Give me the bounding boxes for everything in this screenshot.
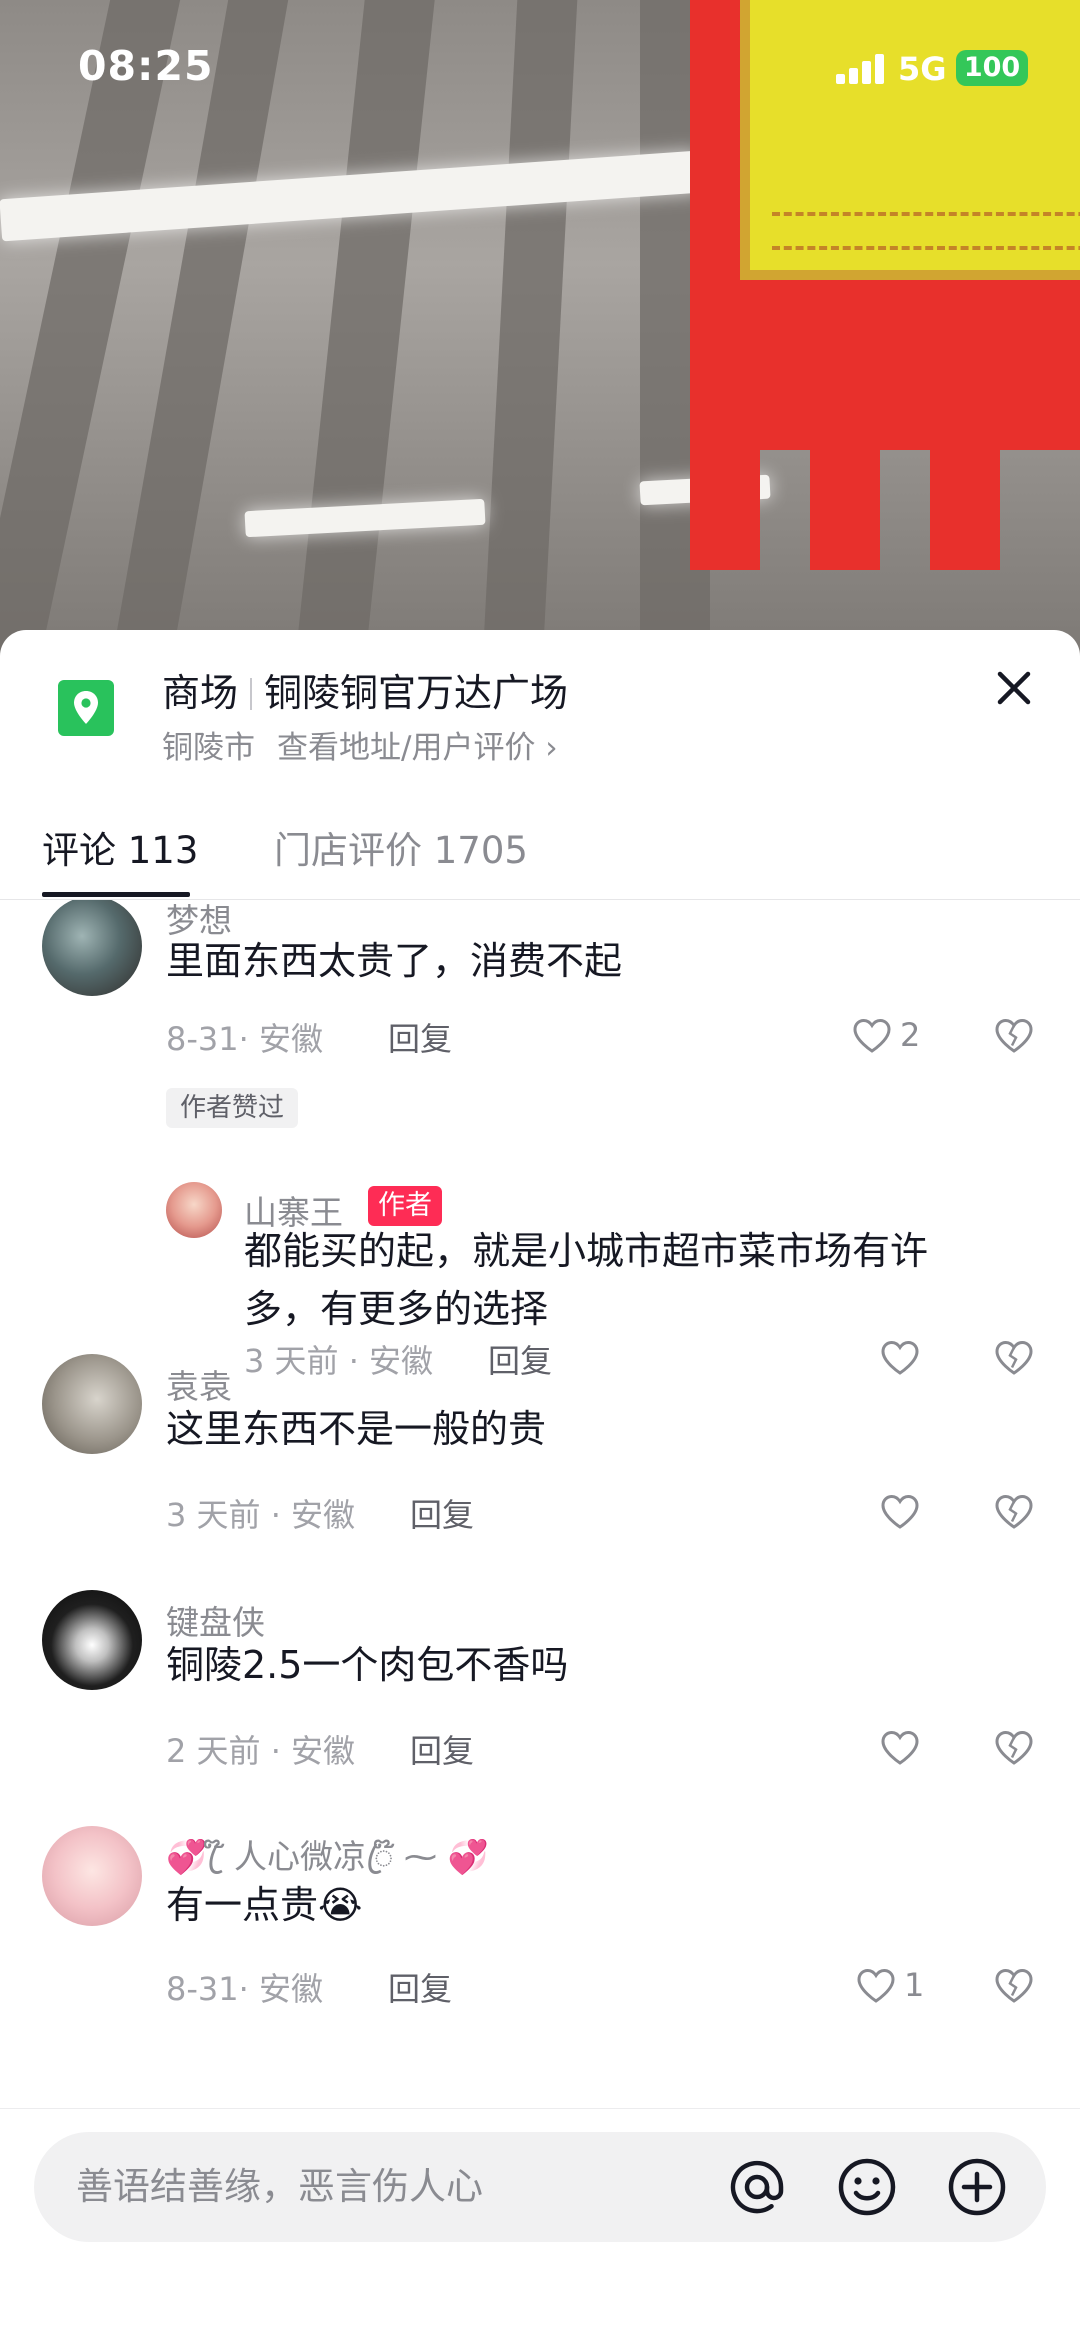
author-badge: 作者 — [368, 1186, 442, 1226]
avatar[interactable] — [42, 1354, 142, 1454]
avatar[interactable] — [42, 900, 142, 996]
comment-text: 这里东西不是一般的贵 — [166, 1407, 547, 1451]
dislike-heart-icon[interactable] — [994, 1492, 1034, 1532]
like-count: 2 — [900, 1016, 921, 1054]
comment-text: 有一点贵😭 — [166, 1883, 363, 1927]
reply-button[interactable]: 回复 — [388, 1964, 452, 2010]
author-liked-badge: 作者赞过 — [166, 1088, 299, 1128]
location-link[interactable]: 查看地址/用户评价 › — [277, 730, 558, 766]
location-pin-icon[interactable] — [58, 680, 114, 736]
heart-icon[interactable] — [852, 1018, 892, 1054]
heart-icon[interactable] — [880, 1730, 920, 1766]
close-icon[interactable] — [986, 660, 1042, 716]
comment-sheet: 商场 铜陵铜官万达广场 铜陵市 查看地址/用户评价 › 评论 113 门店评价 17… — [0, 630, 1080, 2337]
reply-button[interactable]: 回复 — [410, 1726, 474, 1772]
dislike-heart-icon[interactable] — [994, 1966, 1034, 2006]
tab-comments[interactable]: 评论 113 — [42, 820, 198, 874]
avatar[interactable] — [166, 1182, 222, 1238]
comment-list[interactable]: 梦想 里面东西太贵了，消费不起 8-31· 安徽 回复 2 作者赞过 山寨王 作… — [0, 900, 1080, 2090]
reply-button[interactable]: 回复 — [410, 1490, 474, 1536]
reply-text-line-2: 多，有更多的选择 — [244, 1287, 549, 1331]
reply-meta: 3 天前 · 安徽 — [244, 1342, 434, 1380]
comment-input-bar — [34, 2132, 1046, 2242]
active-tab-indicator — [42, 892, 190, 897]
status-bar: 08:25 5G 100 — [0, 0, 1080, 140]
signal-icon — [836, 54, 886, 84]
avatar[interactable] — [42, 1826, 142, 1926]
input-divider — [0, 2108, 1080, 2109]
location-category: 商场 — [162, 671, 239, 715]
reply-button[interactable]: 回复 — [388, 1014, 452, 1060]
battery-indicator: 100 — [956, 50, 1028, 86]
comment-input[interactable] — [76, 2156, 636, 2216]
avatar[interactable] — [42, 1590, 142, 1690]
tab-bar: 评论 113 门店评价 1705 — [0, 808, 1080, 900]
location-subtitle[interactable]: 铜陵市 查看地址/用户评价 › — [162, 722, 558, 767]
heart-icon[interactable] — [880, 1494, 920, 1530]
tab-store-reviews[interactable]: 门店评价 1705 — [274, 820, 528, 874]
like-count: 1 — [904, 1966, 925, 2004]
comment-meta: 8-31· 安徽 — [166, 1020, 323, 1058]
dislike-heart-icon[interactable] — [994, 1728, 1034, 1768]
network-label: 5G — [898, 50, 947, 88]
title-divider — [250, 678, 253, 710]
heart-icon[interactable] — [880, 1340, 920, 1376]
location-title[interactable]: 商场 铜陵铜官万达广场 — [162, 662, 568, 717]
emoji-icon[interactable] — [834, 2154, 900, 2220]
comment-text: 铜陵2.5一个肉包不香吗 — [166, 1643, 569, 1687]
dislike-heart-icon[interactable] — [994, 1016, 1034, 1056]
comment-meta: 3 天前 · 安徽 — [166, 1496, 356, 1534]
reply-text-line-1: 都能买的起，就是小城市超市菜市场有许 — [244, 1229, 929, 1273]
plus-icon[interactable] — [944, 2154, 1010, 2220]
status-time: 08:25 — [78, 42, 214, 90]
comment-text: 里面东西太贵了，消费不起 — [166, 939, 623, 983]
location-name: 铜陵铜官万达广场 — [264, 671, 569, 715]
comment-meta: 8-31· 安徽 — [166, 1970, 323, 2008]
comment-meta: 2 天前 · 安徽 — [166, 1732, 356, 1770]
location-city: 铜陵市 — [162, 730, 255, 766]
dislike-heart-icon[interactable] — [994, 1338, 1034, 1378]
reply-button[interactable]: 回复 — [488, 1336, 552, 1382]
at-icon[interactable] — [724, 2154, 790, 2220]
heart-icon[interactable] — [856, 1968, 896, 2004]
